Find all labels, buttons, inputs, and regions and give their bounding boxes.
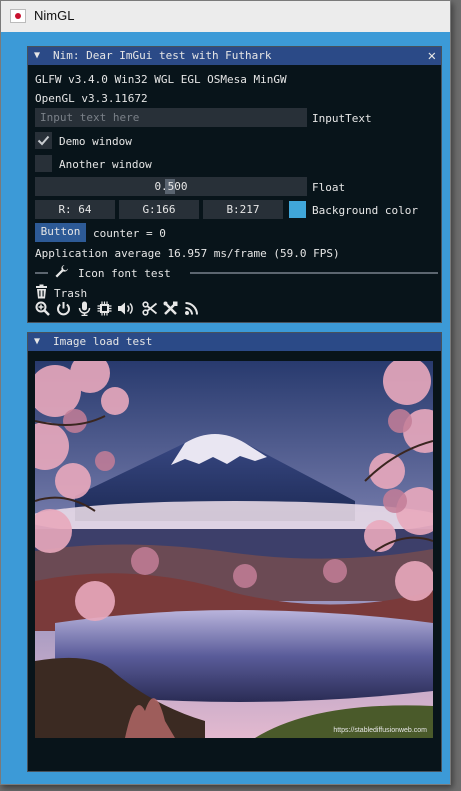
power-icon [57, 302, 70, 316]
input-text-field[interactable]: Input text here [35, 108, 307, 127]
window-titlebar[interactable]: NimGL [1, 1, 450, 32]
color-swatch[interactable] [289, 201, 306, 218]
microphone-icon [78, 301, 91, 316]
float-label: Float [312, 181, 346, 194]
wrench-icon [55, 265, 68, 278]
glfw-version-text: GLFW v3.4.0 Win32 WGL EGL OSMesa MinGW [35, 73, 287, 86]
landscape-image: https://stablediffusionweb.com [35, 361, 433, 738]
scissors-icon [142, 301, 157, 316]
another-window-label: Another window [59, 158, 152, 171]
float-slider[interactable]: 0.500 [35, 177, 307, 196]
color-g-field[interactable]: G:166 [119, 200, 199, 219]
separator-label: Icon font test [78, 267, 171, 280]
input-placeholder: Input text here [40, 111, 140, 124]
panel-title: Image load test [53, 335, 153, 348]
input-text-label: InputText [312, 112, 372, 125]
opengl-version-text: OpenGL v3.3.11672 [35, 92, 148, 105]
tools-icon [163, 301, 178, 315]
panel-titlebar[interactable]: ▼ Image load test [28, 333, 441, 351]
panel-title: Nim: Dear ImGui test with Futhark [53, 49, 272, 62]
chip-icon [97, 301, 112, 316]
color-b-field[interactable]: B:217 [203, 200, 283, 219]
trash-label: Trash [54, 287, 88, 300]
background-color-label: Background color [312, 204, 418, 217]
another-window-checkbox[interactable] [35, 155, 52, 172]
checkmark-icon [37, 135, 50, 146]
collapse-arrow-icon[interactable]: ▼ [34, 333, 40, 351]
button[interactable]: Button [35, 223, 86, 242]
magnify-plus-icon [35, 301, 50, 316]
nimgl-window: NimGL ▼ Nim: Dear ImGui test with Futhar… [0, 0, 451, 785]
volume-icon [118, 302, 133, 315]
fps-text: Application average 16.957 ms/frame (59.… [35, 247, 340, 260]
rss-icon [185, 302, 198, 315]
watermark: https://stablediffusionweb.com [333, 727, 427, 734]
demo-window-label: Demo window [59, 135, 132, 148]
counter-text: counter = 0 [93, 227, 166, 240]
close-icon[interactable]: ✕ [428, 47, 436, 65]
imgui-panel-image: ▼ Image load test https://stablediffusio… [27, 332, 442, 772]
slider-value: 0.500 [154, 180, 188, 193]
app-title: NimGL [34, 8, 75, 23]
panel-titlebar[interactable]: ▼ Nim: Dear ImGui test with Futhark ✕ [28, 47, 441, 65]
collapse-arrow-icon[interactable]: ▼ [34, 47, 40, 65]
separator-line-left [35, 272, 48, 274]
demo-window-checkbox[interactable] [35, 132, 52, 149]
trash-icon [36, 284, 47, 299]
imgui-panel-main: ▼ Nim: Dear ImGui test with Futhark ✕ GL… [27, 46, 442, 323]
japan-flag-icon [10, 9, 26, 23]
color-r-field[interactable]: R: 64 [35, 200, 115, 219]
separator-line-right [190, 272, 438, 274]
